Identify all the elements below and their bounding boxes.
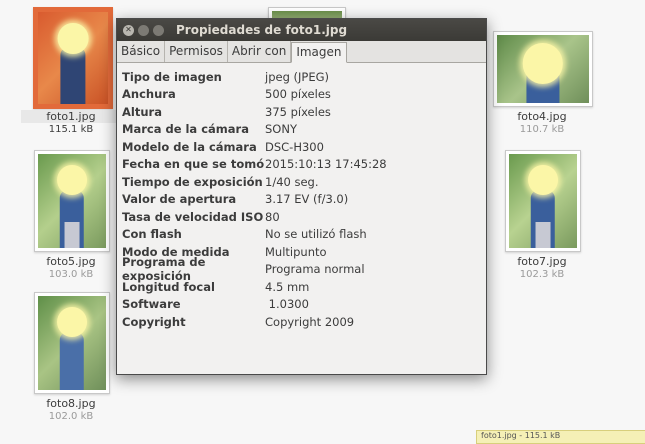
close-icon: ✕ [125, 25, 132, 34]
file-name: foto8.jpg [46, 397, 96, 410]
property-key: Tasa de velocidad ISO [122, 209, 264, 224]
property-value: 4.5 mm [265, 279, 310, 294]
tab-bar: Básico Permisos Abrir con Imagen [117, 41, 486, 63]
property-row: Marca de la cámara SONY [122, 121, 486, 139]
property-value: SONY [265, 122, 297, 137]
property-key: Copyright [122, 314, 186, 329]
tab-imagen[interactable]: Imagen [291, 42, 347, 63]
property-row: Longitud focal 4.5 mm [122, 278, 486, 296]
property-row: Tasa de velocidad ISO 80 [122, 208, 486, 226]
property-value: Copyright 2009 [265, 314, 355, 329]
property-row: Copyright Copyright 2009 [122, 313, 486, 331]
property-row: Altura 375 píxeles [122, 103, 486, 121]
file-name: foto4.jpg [517, 110, 567, 123]
property-value: jpeg (JPEG) [265, 69, 330, 84]
property-row: Tiempo de exposición 1/40 seg. [122, 173, 486, 191]
property-key: Tiempo de exposición [122, 174, 263, 189]
dialog-title: Propiedades de foto1.jpg [176, 23, 348, 37]
file-size: 110.7 kB [519, 124, 565, 135]
property-key: Software [122, 297, 181, 312]
property-value: Multipunto [265, 244, 327, 259]
thumbnail-foto4[interactable] [493, 31, 593, 107]
property-value: 500 píxeles [265, 87, 331, 102]
tab-abrir-con[interactable]: Abrir con [228, 41, 292, 62]
file-size: 103.0 kB [48, 269, 94, 280]
property-value: 2015:10:13 17:45:28 [265, 157, 387, 172]
property-key: Tipo de imagen [122, 69, 222, 84]
maximize-button[interactable] [153, 24, 164, 36]
tab-basico[interactable]: Básico [117, 41, 166, 62]
property-row: Programa de exposición Programa normal [122, 255, 486, 283]
property-row: Tipo de imagen jpeg (JPEG) [122, 68, 486, 86]
property-row: Fecha en que se tomó 2015:10:13 17:45:28 [122, 156, 486, 174]
property-key: Altura [122, 104, 162, 119]
file-size: 115.1 kB [48, 124, 94, 135]
properties-dialog: ✕ Propiedades de foto1.jpg Básico Permis… [116, 18, 487, 375]
property-value: 1/40 seg. [265, 174, 319, 189]
tab-permisos[interactable]: Permisos [165, 41, 228, 62]
property-value: DSC-H300 [265, 139, 324, 154]
property-key: Anchura [122, 87, 176, 102]
property-value: 80 [265, 209, 280, 224]
file-name: foto5.jpg [46, 255, 96, 268]
property-row: Anchura 500 píxeles [122, 86, 486, 104]
property-value: 1.0300 [265, 297, 309, 312]
property-row: Software 1.0300 [122, 296, 486, 314]
property-key: Longitud focal [122, 279, 215, 294]
property-key: Con flash [122, 227, 182, 242]
title-bar[interactable]: ✕ Propiedades de foto1.jpg [117, 19, 486, 41]
thumbnail-foto5[interactable] [34, 150, 110, 252]
minimize-button[interactable] [138, 24, 149, 36]
file-name: foto7.jpg [517, 255, 567, 268]
property-row: Modelo de la cámara DSC-H300 [122, 138, 486, 156]
property-value: 375 píxeles [265, 104, 331, 119]
thumbnail-foto8[interactable] [34, 292, 110, 394]
file-size: 102.0 kB [48, 411, 94, 422]
property-row: Con flash No se utilizó flash [122, 226, 486, 244]
property-key: Fecha en que se tomó [122, 157, 265, 172]
property-key: Marca de la cámara [122, 122, 249, 137]
property-key: Modelo de la cámara [122, 139, 257, 154]
property-value: No se utilizó flash [265, 227, 367, 242]
thumbnail-foto1[interactable] [33, 7, 113, 109]
close-button[interactable]: ✕ [123, 24, 134, 36]
property-value: 3.17 EV (f/3.0) [265, 192, 349, 207]
tooltip: foto1.jpg - 115.1 kB [476, 430, 645, 444]
property-key: Valor de apertura [122, 192, 237, 207]
file-name: foto1.jpg [21, 110, 121, 123]
file-size: 102.3 kB [519, 269, 565, 280]
property-row: Valor de apertura 3.17 EV (f/3.0) [122, 191, 486, 209]
image-properties-list: Tipo de imagen jpeg (JPEG) Anchura 500 píxe… [117, 63, 486, 331]
property-value: Programa normal [265, 262, 365, 277]
thumbnail-foto7[interactable] [505, 150, 581, 252]
